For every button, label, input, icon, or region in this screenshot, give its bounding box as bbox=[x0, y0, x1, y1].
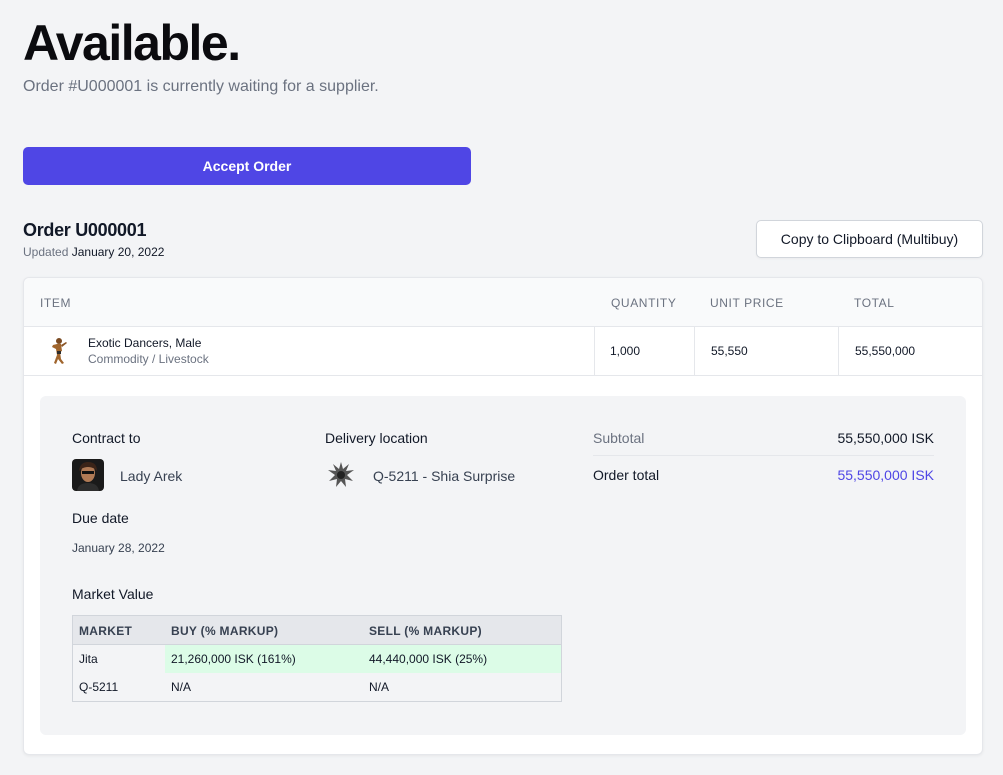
order-title: Order U000001 bbox=[23, 220, 147, 240]
delivery-name[interactable]: Q-5211 - Shia Surprise bbox=[373, 468, 515, 484]
market-buy: 21,260,000 ISK (161%) bbox=[171, 652, 296, 666]
market-name: Q-5211 bbox=[79, 680, 119, 694]
market-sell: N/A bbox=[369, 680, 390, 694]
contract-label: Contract to bbox=[72, 430, 141, 446]
due-date-label: Due date bbox=[72, 510, 129, 526]
summary-divider bbox=[593, 455, 934, 456]
subtotal-value: 55,550,000 ISK bbox=[837, 430, 934, 446]
dancer-icon bbox=[52, 338, 67, 364]
table-row: Exotic Dancers, Male Commodity / Livesto… bbox=[24, 327, 982, 376]
market-name: Jita bbox=[79, 652, 98, 666]
copy-to-clipboard-button[interactable]: Copy to Clipboard (Multibuy) bbox=[756, 220, 983, 258]
column-total: TOTAL bbox=[854, 296, 895, 310]
item-name: Exotic Dancers, Male bbox=[88, 336, 202, 350]
page-subtitle: Order #U000001 is currently waiting for … bbox=[23, 78, 379, 95]
market-table-header: MARKET BUY (% MARKUP) SELL (% MARKUP) bbox=[73, 616, 561, 645]
column-item: ITEM bbox=[40, 296, 72, 310]
avatar bbox=[72, 459, 104, 491]
item-unit-price: 55,550 bbox=[711, 344, 748, 358]
market-value-table: MARKET BUY (% MARKUP) SELL (% MARKUP) Ji… bbox=[72, 615, 562, 702]
market-column-sell: SELL (% MARKUP) bbox=[369, 624, 482, 638]
page-title: Available. bbox=[23, 15, 241, 71]
order-updated: Updated January 20, 2022 bbox=[23, 245, 164, 259]
item-total: 55,550,000 bbox=[855, 344, 916, 358]
market-sell: 44,440,000 ISK (25%) bbox=[369, 652, 488, 666]
column-unit-price: UNIT PRICE bbox=[710, 296, 784, 310]
due-date-value: January 28, 2022 bbox=[72, 541, 165, 555]
divider bbox=[838, 327, 839, 376]
table-row: Q-5211 N/A N/A bbox=[73, 673, 561, 701]
market-column-buy: BUY (% MARKUP) bbox=[171, 624, 279, 638]
updated-prefix: Updated bbox=[23, 245, 69, 259]
order-total-value: 55,550,000 ISK bbox=[837, 467, 934, 483]
market-value-title: Market Value bbox=[72, 586, 154, 602]
updated-date: January 20, 2022 bbox=[71, 245, 165, 259]
table-header: ITEM QUANTITY UNIT PRICE TOTAL bbox=[24, 278, 982, 327]
accept-order-button[interactable]: Accept Order bbox=[23, 147, 471, 185]
market-column-market: MARKET bbox=[79, 624, 133, 638]
order-details-panel: Contract to Lady Arek Delivery location … bbox=[40, 396, 966, 735]
column-quantity: QUANTITY bbox=[611, 296, 677, 310]
delivery-label: Delivery location bbox=[325, 430, 428, 446]
divider bbox=[694, 327, 695, 376]
contract-name[interactable]: Lady Arek bbox=[120, 468, 182, 484]
subtotal-label: Subtotal bbox=[593, 430, 645, 446]
item-category: Commodity / Livestock bbox=[88, 352, 209, 366]
item-quantity: 1,000 bbox=[610, 344, 641, 358]
divider bbox=[594, 327, 595, 376]
station-icon bbox=[328, 462, 354, 487]
market-buy: N/A bbox=[171, 680, 192, 694]
table-row: Jita 21,260,000 ISK (161%) 44,440,000 IS… bbox=[73, 645, 561, 673]
order-total-label: Order total bbox=[593, 467, 660, 483]
order-card: ITEM QUANTITY UNIT PRICE TOTAL Exotic Da… bbox=[23, 277, 983, 755]
